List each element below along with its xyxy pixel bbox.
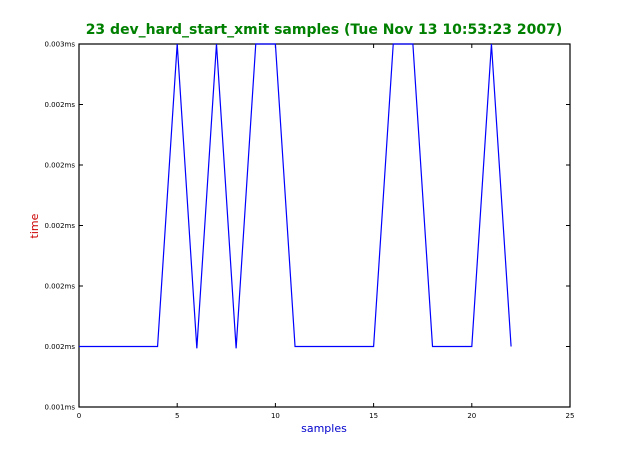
chart-title: 23 dev_hard_start_xmit samples (Tue Nov … — [86, 22, 563, 38]
y-tick-label: 0.002ms — [44, 222, 75, 230]
y-tick-label: 0.002ms — [44, 283, 75, 291]
x-tick-label: 15 — [369, 412, 378, 420]
y-tick-label: 0.002ms — [44, 162, 75, 170]
chart-background — [0, 0, 633, 453]
y-tick-label: 0.002ms — [44, 101, 75, 109]
y-tick-label: 0.001ms — [44, 404, 75, 412]
line-chart: 23 dev_hard_start_xmit samples (Tue Nov … — [0, 0, 633, 453]
y-axis-label: time — [28, 213, 41, 238]
y-tick-label: 0.003ms — [44, 41, 75, 49]
x-tick-label: 0 — [77, 412, 81, 420]
x-axis-label: samples — [301, 422, 347, 435]
y-tick-label: 0.002ms — [44, 343, 75, 351]
x-tick-label: 5 — [175, 412, 179, 420]
x-tick-label: 10 — [271, 412, 280, 420]
x-tick-label: 25 — [566, 412, 575, 420]
x-tick-label: 20 — [467, 412, 476, 420]
